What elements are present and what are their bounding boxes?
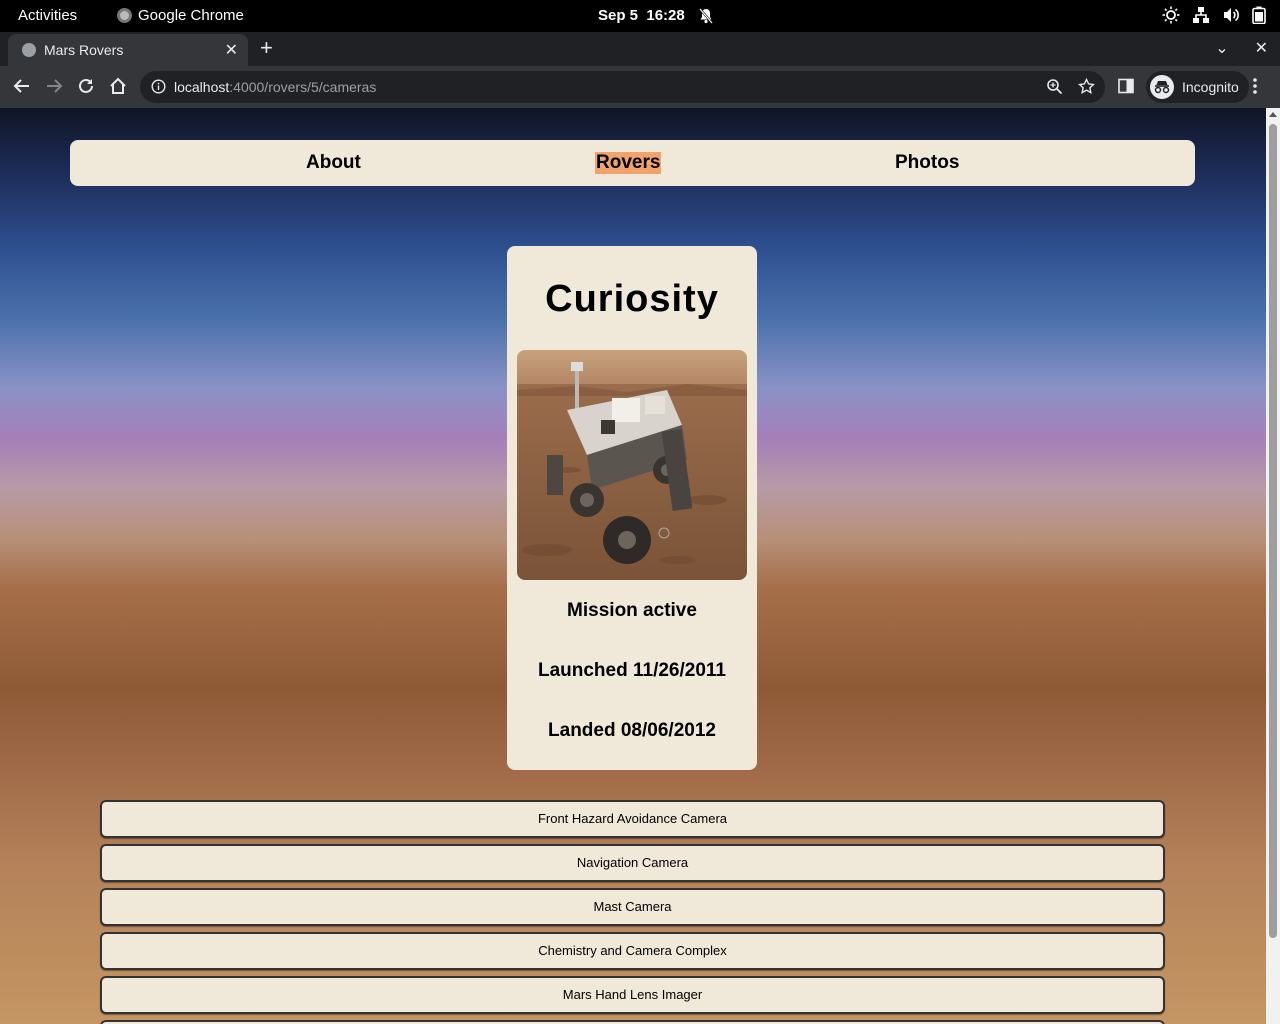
- mission-status: Mission active: [567, 600, 697, 621]
- camera-button-mast[interactable]: Mast Camera: [100, 888, 1165, 926]
- rover-name: Curiosity: [545, 278, 719, 320]
- app-menu[interactable]: Google Chrome: [117, 7, 244, 24]
- brightness-icon: [1162, 6, 1180, 24]
- app-name: Google Chrome: [138, 7, 244, 24]
- site-navigation: About Rovers Photos: [70, 140, 1195, 186]
- scrollbar-thumb[interactable]: [1269, 124, 1277, 938]
- activities-button[interactable]: Activities: [18, 7, 77, 24]
- window-close-icon[interactable]: ✕: [1255, 38, 1268, 58]
- rover-photo: [517, 350, 747, 580]
- nav-photos-link[interactable]: Photos: [895, 152, 959, 174]
- incognito-profile-button[interactable]: Incognito: [1146, 71, 1249, 103]
- volume-icon: [1224, 8, 1239, 22]
- nav-about-link[interactable]: About: [306, 152, 361, 174]
- forward-arrow-icon[interactable]: [44, 76, 64, 96]
- tab-title: Mars Rovers: [44, 42, 124, 58]
- nav-rovers-link[interactable]: Rovers: [595, 152, 662, 174]
- url-host: localhost: [174, 79, 230, 95]
- browser-tab[interactable]: Mars Rovers ✕: [8, 34, 248, 66]
- site-info-icon[interactable]: [151, 79, 166, 94]
- camera-button-chemcam[interactable]: Chemistry and Camera Complex: [100, 932, 1165, 970]
- reload-icon[interactable]: [76, 76, 96, 96]
- new-tab-button[interactable]: +: [260, 36, 273, 60]
- tab-search-chevron-icon[interactable]: ⌄: [1215, 38, 1228, 58]
- notifications-muted-icon: [698, 7, 713, 24]
- scroll-up-arrow-icon[interactable]: [1269, 112, 1277, 117]
- address-bar[interactable]: localhost:4000/rovers/5/cameras: [140, 71, 1105, 103]
- url-text[interactable]: localhost:4000/rovers/5/cameras: [174, 79, 376, 95]
- kebab-menu-icon[interactable]: [1252, 76, 1258, 96]
- launch-date: Launched 11/26/2011: [537, 660, 726, 681]
- battery-icon: [1252, 6, 1266, 24]
- tab-close-icon[interactable]: ✕: [225, 40, 238, 60]
- clock-date: Sep 5: [598, 7, 639, 24]
- system-tray[interactable]: [1162, 6, 1266, 24]
- clock-time: 16:28: [646, 7, 685, 24]
- network-wired-icon: [1193, 7, 1209, 23]
- side-panel-icon[interactable]: [1118, 78, 1134, 94]
- camera-button-navcam[interactable]: Navigation Camera: [100, 844, 1165, 882]
- back-arrow-icon[interactable]: [12, 76, 32, 96]
- clock[interactable]: Sep 5 16:28: [598, 7, 713, 24]
- bookmark-star-icon[interactable]: [1078, 78, 1095, 95]
- camera-button-mahli[interactable]: Mars Hand Lens Imager: [100, 976, 1165, 1014]
- url-path: :4000/rovers/5/cameras: [229, 79, 377, 95]
- system-top-bar: Activities Google Chrome Sep 5 16:28: [0, 0, 1280, 32]
- browser-tab-strip: Mars Rovers ✕ + ⌄ ✕: [0, 32, 1280, 66]
- browser-toolbar: localhost:4000/rovers/5/cameras Incognit…: [0, 66, 1280, 108]
- page-scrollbar[interactable]: [1266, 108, 1280, 1024]
- globe-icon: [22, 43, 36, 57]
- chrome-icon: [117, 8, 132, 23]
- landing-date: Landed 08/06/2012: [548, 720, 716, 741]
- zoom-icon[interactable]: [1046, 78, 1063, 95]
- page-viewport: About Rovers Photos Curiosity Mission ac…: [0, 108, 1266, 1024]
- incognito-icon: [1150, 75, 1174, 99]
- rover-card: Curiosity Mission active Launched 11/26/…: [507, 246, 757, 770]
- camera-button-next[interactable]: [100, 1020, 1165, 1024]
- camera-button-fhaz[interactable]: Front Hazard Avoidance Camera: [100, 800, 1165, 838]
- profile-label: Incognito: [1182, 79, 1239, 95]
- home-icon[interactable]: [108, 76, 128, 96]
